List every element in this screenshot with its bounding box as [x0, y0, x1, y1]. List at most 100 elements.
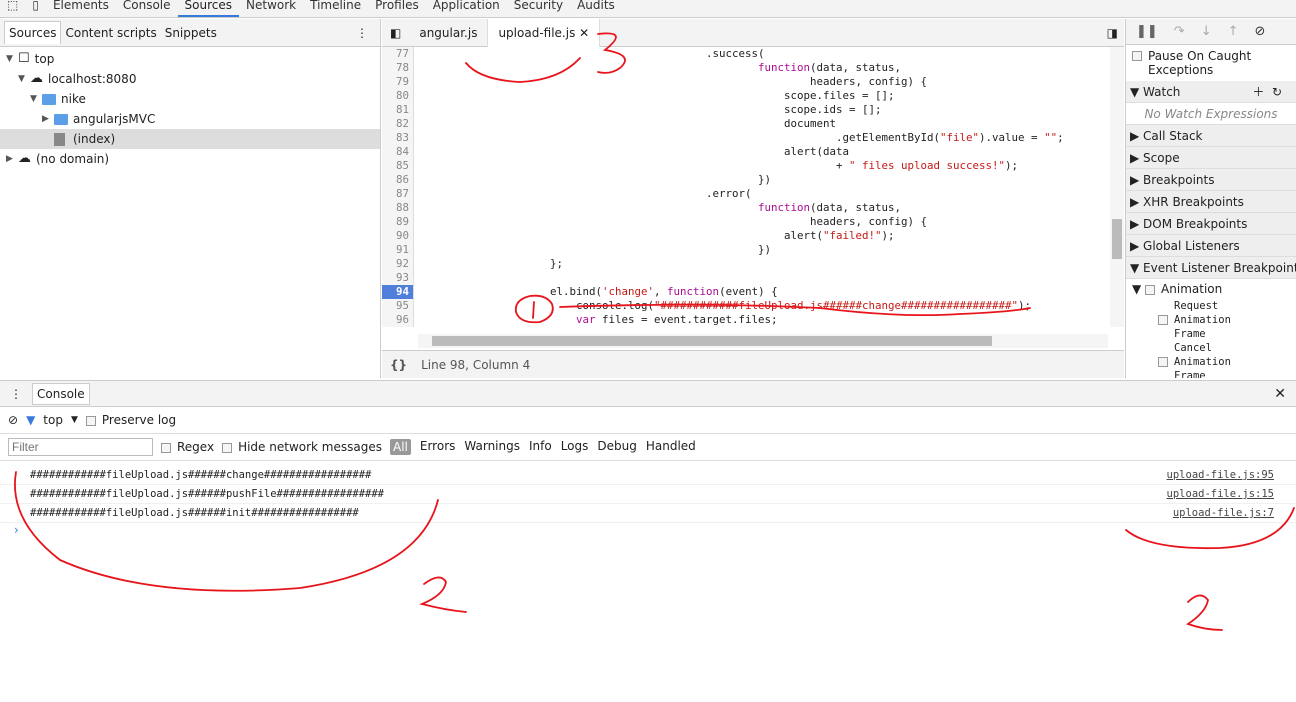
tab-content-scripts[interactable]: Content scripts — [61, 22, 160, 44]
pause-on-caught[interactable]: Pause On Caught Exceptions — [1126, 45, 1296, 81]
expanded-icon[interactable]: ▼ — [30, 89, 42, 109]
tab-elements[interactable]: Elements — [46, 0, 116, 17]
filter-input[interactable] — [8, 438, 153, 456]
tree-item[interactable]: (index) — [0, 129, 380, 149]
level-debug[interactable]: Debug — [597, 439, 636, 455]
expanded-icon[interactable]: ▼ — [18, 69, 30, 89]
toggle-debugger-icon[interactable]: ◨ — [1107, 26, 1118, 40]
tree-item[interactable]: ▼ ☁ localhost:8080 — [0, 69, 380, 89]
add-refresh-icons[interactable]: ＋ ↻ — [1252, 81, 1282, 103]
cancel-frame[interactable]: Cancel Animation Frame — [1126, 341, 1296, 378]
watch-header[interactable]: ▼ Watch ＋ ↻ — [1126, 81, 1296, 103]
tab-application[interactable]: Application — [426, 0, 507, 17]
tab-sources[interactable]: Sources — [4, 21, 62, 44]
toggle-navigator-icon[interactable]: ◧ — [382, 26, 409, 40]
checkbox[interactable] — [1132, 51, 1142, 61]
line-number[interactable]: 89 — [382, 215, 414, 229]
line-number[interactable]: 96 — [382, 313, 414, 327]
tree-item[interactable]: ▶ angularjsMVC — [0, 109, 380, 129]
request-frame[interactable]: Request Animation Frame — [1126, 299, 1296, 341]
inspect-icon[interactable]: ⬚ — [0, 0, 25, 17]
preserve-log[interactable]: Preserve log — [85, 413, 176, 427]
chevron-down-icon[interactable]: ▼ — [71, 415, 78, 425]
level-logs[interactable]: Logs — [561, 439, 589, 455]
level-errors[interactable]: Errors — [420, 439, 456, 455]
hscroll-thumb[interactable] — [432, 336, 992, 346]
source-link[interactable]: upload-file.js:95 — [1167, 466, 1274, 484]
source-link[interactable]: upload-file.js:7 — [1173, 504, 1274, 522]
step-out-icon[interactable]: ↑ — [1228, 24, 1239, 39]
close-icon[interactable]: ✕ — [579, 26, 589, 40]
tab-profiles[interactable]: Profiles — [368, 0, 426, 17]
line-number[interactable]: 83 — [382, 131, 414, 145]
tab-sources[interactable]: Sources — [177, 0, 239, 17]
line-number[interactable]: 85 — [382, 159, 414, 173]
prompt-icon[interactable]: › — [0, 523, 1296, 537]
close-drawer-icon[interactable]: ✕ — [1274, 386, 1286, 402]
line-number[interactable]: 80 — [382, 89, 414, 103]
expanded-icon[interactable]: ▼ — [6, 49, 18, 69]
checkbox[interactable] — [1158, 315, 1168, 325]
pane-call-stack[interactable]: ▶ Call Stack — [1126, 125, 1296, 147]
checkbox[interactable] — [161, 442, 171, 453]
checkbox[interactable] — [85, 415, 96, 426]
source-link[interactable]: upload-file.js:15 — [1167, 485, 1274, 503]
horizontal-scrollbar[interactable] — [418, 334, 1108, 348]
line-number[interactable]: 88 — [382, 201, 414, 215]
line-number[interactable]: 86 — [382, 173, 414, 187]
line-number[interactable]: 77 — [382, 47, 414, 61]
hide-network-toggle[interactable]: Hide network messages — [222, 440, 382, 454]
tab-network[interactable]: Network — [239, 0, 303, 17]
tab-timeline[interactable]: Timeline — [303, 0, 368, 17]
tab-angular-js[interactable]: angular.js — [409, 18, 489, 47]
pretty-print-icon[interactable]: {} — [390, 358, 407, 372]
level-handled[interactable]: Handled — [646, 439, 696, 455]
tab-console[interactable]: Console — [32, 382, 90, 405]
animation-group[interactable]: ▼ Animation — [1126, 279, 1296, 299]
device-icon[interactable]: ▯ — [25, 0, 46, 17]
tab-security[interactable]: Security — [507, 0, 570, 17]
step-over-icon[interactable]: ↷ — [1174, 24, 1185, 39]
level-info[interactable]: Info — [529, 439, 552, 455]
checkbox[interactable] — [1158, 357, 1168, 367]
more-icon[interactable]: ⋮ — [352, 22, 372, 44]
pane-scope[interactable]: ▶ Scope — [1126, 147, 1296, 169]
level-all[interactable]: All — [389, 439, 411, 455]
line-number[interactable]: 78 — [382, 61, 414, 75]
clear-console-icon[interactable]: ⊘ — [8, 413, 18, 427]
line-number[interactable]: 82 — [382, 117, 414, 131]
level-warnings[interactable]: Warnings — [464, 439, 520, 455]
tree-item[interactable]: ▼ ☐ top — [0, 49, 380, 69]
code-area[interactable]: 77 .success(78 function(data, status, 79 … — [382, 47, 1110, 327]
line-number[interactable]: 92 — [382, 257, 414, 271]
line-number[interactable]: 79 — [382, 75, 414, 89]
scroll-thumb[interactable] — [1112, 219, 1122, 259]
pane-global-listeners[interactable]: ▶ Global Listeners — [1126, 235, 1296, 257]
pane-breakpoints[interactable]: ▶ Breakpoints — [1126, 169, 1296, 191]
vertical-scrollbar[interactable] — [1110, 47, 1124, 327]
tab-snippets[interactable]: Snippets — [161, 22, 221, 44]
line-number[interactable]: 91 — [382, 243, 414, 257]
collapsed-icon[interactable]: ▶ — [42, 109, 54, 129]
checkbox[interactable] — [1145, 284, 1156, 295]
tab-audits[interactable]: Audits — [570, 0, 622, 17]
tree-item[interactable]: ▶ ☁ (no domain) — [0, 149, 380, 169]
line-number[interactable]: 90 — [382, 229, 414, 243]
pause-icon[interactable]: ❚❚ — [1136, 24, 1158, 39]
collapsed-icon[interactable]: ▶ — [6, 149, 18, 169]
filter-icon[interactable]: ▼ — [26, 413, 35, 427]
line-number[interactable]: 84 — [382, 145, 414, 159]
deactivate-breakpoints-icon[interactable]: ⊘ — [1255, 24, 1266, 39]
pane-xhr-breakpoints[interactable]: ▶ XHR Breakpoints — [1126, 191, 1296, 213]
line-number[interactable]: 93 — [382, 271, 414, 285]
line-number[interactable]: 87 — [382, 187, 414, 201]
line-number[interactable]: 95 — [382, 299, 414, 313]
line-number[interactable]: 94 — [382, 285, 414, 299]
context-select[interactable]: top — [43, 413, 63, 427]
regex-toggle[interactable]: Regex — [161, 440, 214, 454]
step-into-icon[interactable]: ↓ — [1201, 24, 1212, 39]
pane-dom-breakpoints[interactable]: ▶ DOM Breakpoints — [1126, 213, 1296, 235]
tab-upload-file-js[interactable]: upload-file.js ✕ — [488, 18, 601, 47]
line-number[interactable]: 81 — [382, 103, 414, 117]
checkbox[interactable] — [222, 442, 233, 453]
